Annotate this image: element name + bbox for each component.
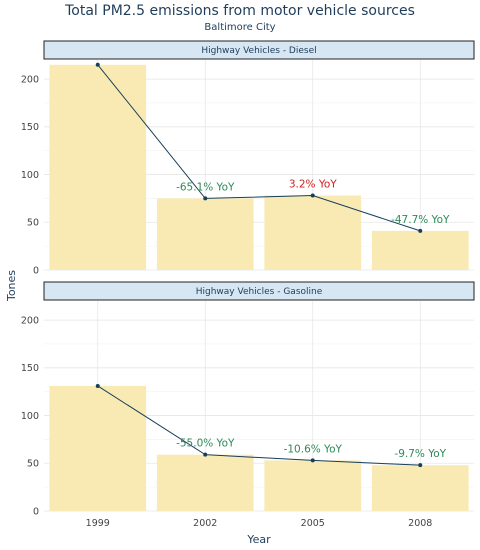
y-tick-label: 50	[27, 218, 39, 229]
y-tick-label: 100	[21, 170, 39, 181]
x-tick-label: 2005	[301, 518, 325, 529]
yoy-annotation: -55.0% YoY	[176, 438, 235, 450]
bar	[49, 64, 147, 270]
y-tick-label: 150	[21, 122, 39, 133]
y-tick-label: 200	[21, 74, 39, 85]
y-tick-label: 0	[33, 506, 39, 517]
data-point	[310, 458, 315, 463]
yoy-annotation: -65.1% YoY	[176, 181, 235, 193]
y-tick-label: 200	[21, 315, 39, 326]
data-point	[95, 383, 100, 388]
x-tick-label: 1999	[86, 518, 110, 529]
facet-strip-label: Highway Vehicles - Diesel	[201, 46, 316, 56]
y-tick-label: 100	[21, 411, 39, 422]
faceted-bar-chart: Highway Vehicles - Diesel 0 50 100 150 200 -65…	[5, 40, 475, 546]
data-point	[95, 62, 100, 67]
bar	[156, 454, 254, 511]
bar	[156, 198, 254, 270]
data-point	[203, 196, 208, 201]
x-axis-title: Year	[246, 533, 271, 546]
bar	[371, 230, 469, 270]
data-point	[418, 228, 423, 233]
yoy-annotation: 3.2% YoY	[289, 179, 337, 191]
y-tick-label: 50	[27, 459, 39, 470]
bar	[264, 460, 362, 511]
data-point	[418, 463, 423, 468]
bar	[371, 465, 469, 511]
y-tick-label: 0	[33, 265, 39, 276]
y-axis-title: Tones	[5, 270, 18, 302]
facet-strip-label: Highway Vehicles - Gasoline	[196, 287, 323, 297]
x-tick-label: 2002	[193, 518, 217, 529]
x-tick-label: 2008	[408, 518, 432, 529]
yoy-annotation: -47.7% YoY	[391, 214, 450, 226]
y-tick-label: 150	[21, 363, 39, 374]
data-point	[203, 452, 208, 457]
bar	[49, 385, 147, 511]
yoy-annotation: -10.6% YoY	[284, 443, 343, 455]
yoy-annotation: -9.7% YoY	[394, 448, 446, 460]
data-point	[310, 193, 315, 198]
